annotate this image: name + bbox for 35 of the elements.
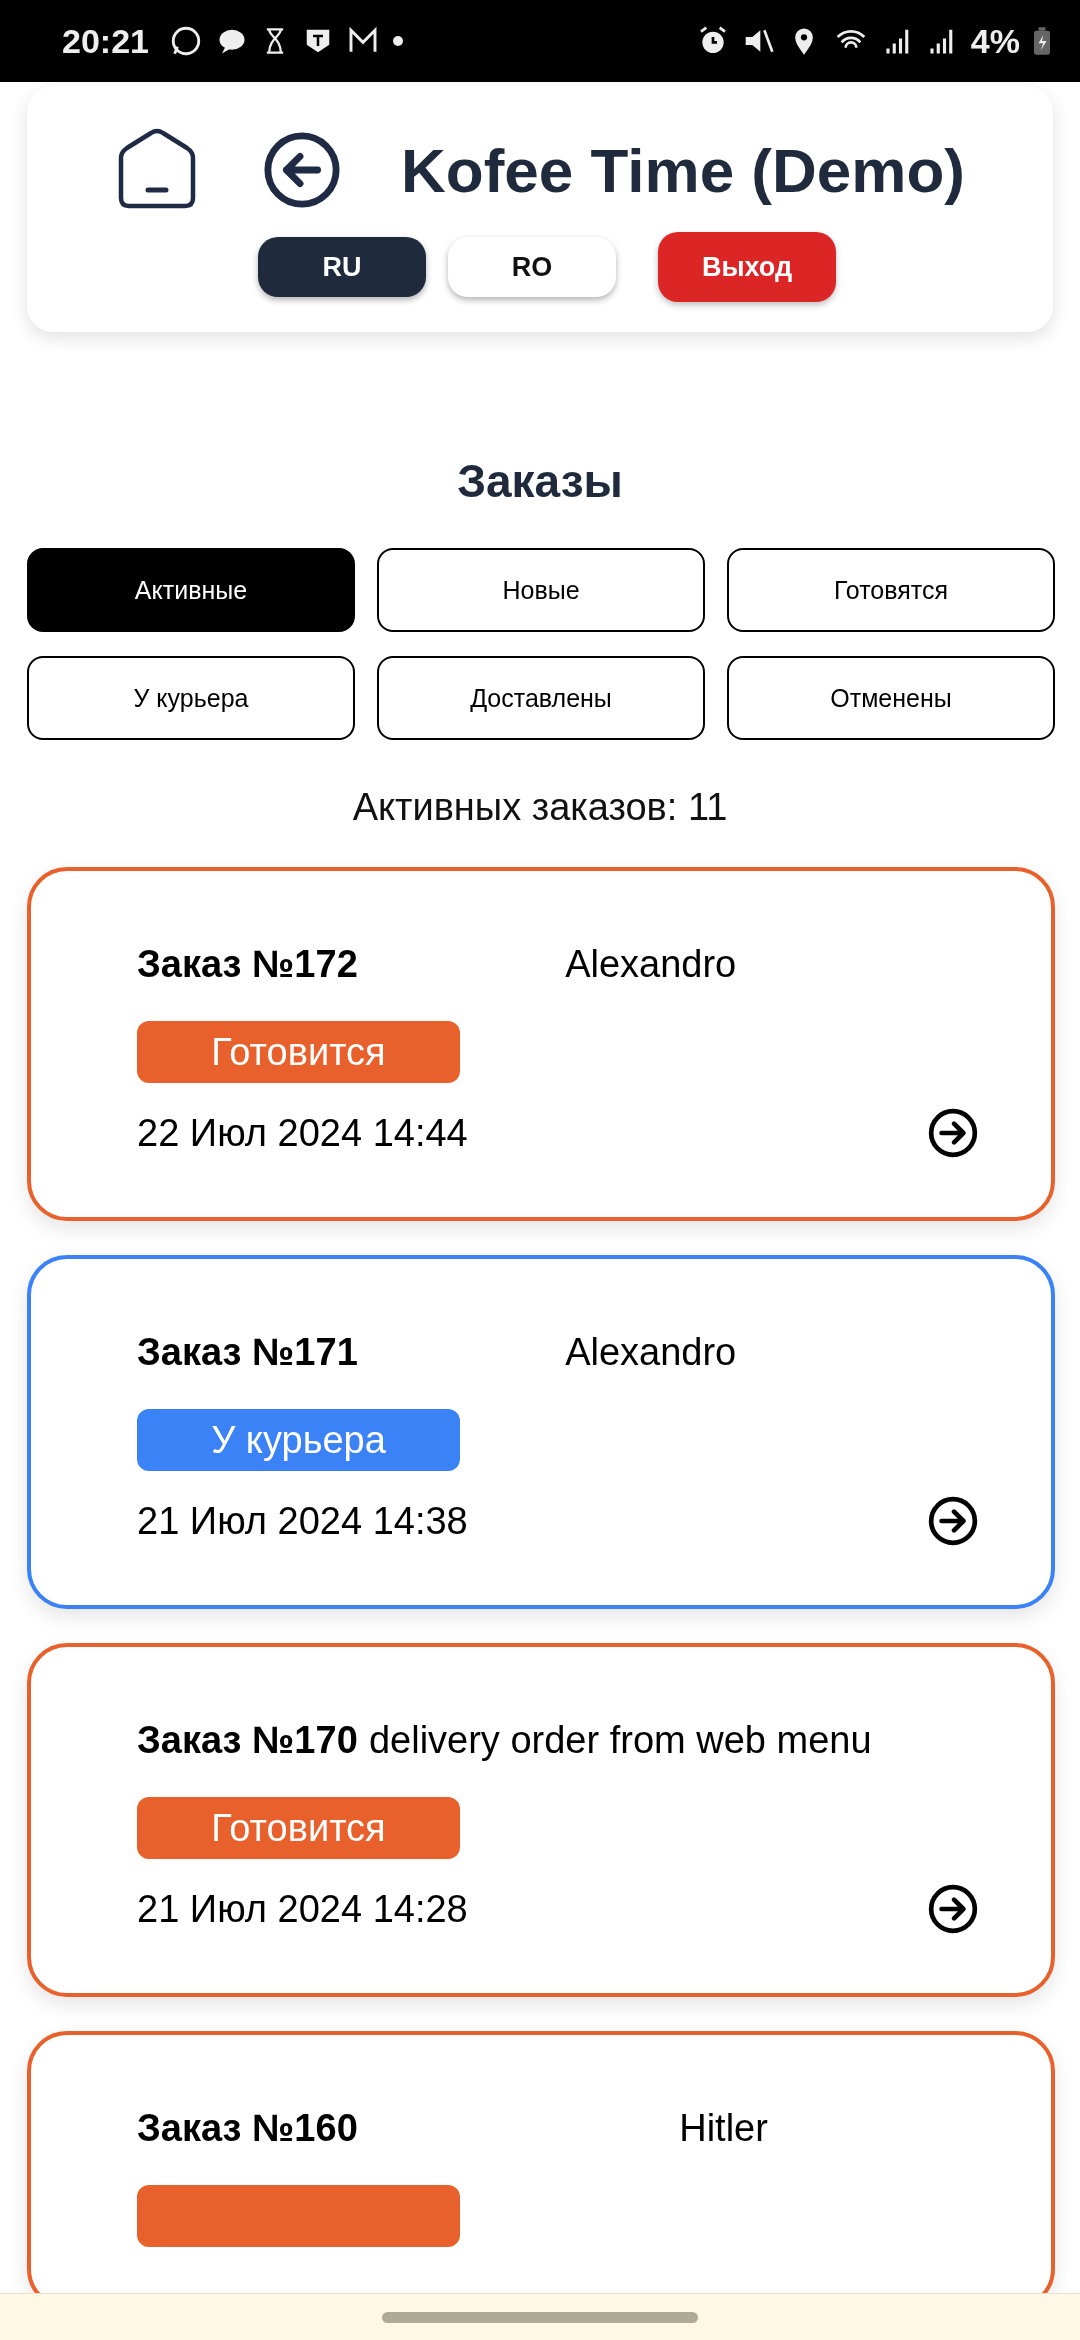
language-button[interactable]: RO xyxy=(448,237,616,297)
language-button[interactable]: RU xyxy=(258,237,426,297)
order-date: 22 Июл 2024 14:44 xyxy=(137,1111,468,1155)
clock-time: 20:21 xyxy=(62,21,149,61)
order-number: Заказ №172 xyxy=(137,942,359,987)
customer-name: Alexandro xyxy=(565,942,738,987)
filter-tab[interactable]: У курьера xyxy=(27,656,355,740)
order-card[interactable]: Заказ №171 Alexandro У курьера 21 Июл 2024 14:38 xyxy=(27,1255,1055,1609)
status-badge: У курьера xyxy=(137,1409,460,1471)
battery-icon xyxy=(1034,26,1050,56)
order-number: Заказ №160 xyxy=(137,2106,359,2151)
customer-name: Alexandro xyxy=(565,1330,738,1375)
section-title: Заказы xyxy=(456,458,624,504)
logout-button[interactable]: Выход xyxy=(658,232,836,302)
order-card[interactable]: Заказ №170 delivery order from web menu Готовится 21 Июл 2024 14:28 xyxy=(27,1643,1055,1997)
customer-name: delivery order from web menu xyxy=(368,1718,873,1763)
order-number: Заказ №171 xyxy=(137,1330,359,1375)
customer-name: Hitler xyxy=(679,2106,769,2151)
filter-tab[interactable]: Активные xyxy=(27,548,355,632)
order-count: Активных заказов: 11 xyxy=(351,786,729,829)
filter-tab[interactable]: Новые xyxy=(377,548,705,632)
battery-percent: 4% xyxy=(970,21,1020,61)
order-number: Заказ №170 xyxy=(137,1718,359,1763)
order-date: 21 Июл 2024 14:38 xyxy=(137,1499,468,1543)
order-date: 21 Июл 2024 14:28 xyxy=(137,1887,468,1931)
dot-icon xyxy=(392,36,403,46)
app-title: Kofee Time (Demo) xyxy=(401,134,965,206)
status-badge: Готовится xyxy=(137,1021,460,1083)
home-handle[interactable] xyxy=(382,2311,698,2323)
filter-tab[interactable]: Готовятся xyxy=(727,548,1055,632)
order-card[interactable]: Заказ №172 Alexandro Готовится 22 Июл 2024 14:44 xyxy=(27,867,1055,1221)
order-card[interactable]: Заказ №160 Hitler xyxy=(27,2031,1055,2293)
status-badge: Готовится xyxy=(137,1797,460,1859)
filter-tab[interactable]: Отменены xyxy=(727,656,1055,740)
filter-tab[interactable]: Доставлены xyxy=(377,656,705,740)
